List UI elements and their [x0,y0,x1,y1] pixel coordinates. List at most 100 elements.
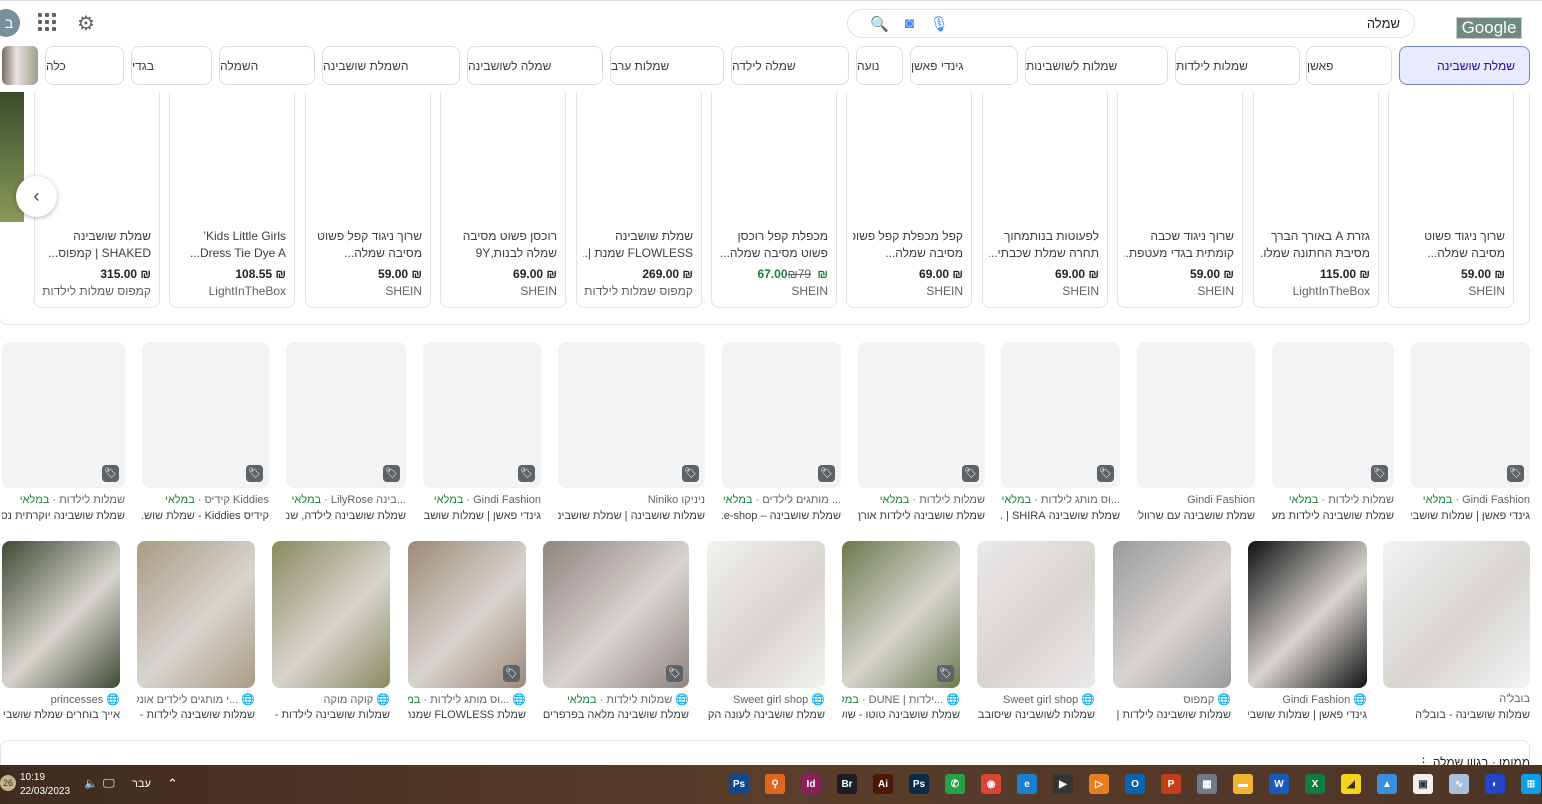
image-result-caption[interactable]: ...בינה LilyRose · במלאי שמלת שושבינה ליל… [286,494,406,526]
taskbar-app-icon[interactable]: ▦ [1197,774,1217,794]
tray-chevron-icon[interactable]: ⌃ [167,776,178,792]
product-store[interactable]: קמפוס שמלות לילדות [42,284,151,298]
image-result-caption[interactable]: שמלות לילדות · במלאי שמלת שושבינה לילדות … [1272,494,1394,526]
taskbar-app-icon[interactable]: ◉ [981,774,1001,794]
image-result-thumbnail[interactable]: 🏷 [286,342,406,488]
chip-thumbnail[interactable] [2,46,38,85]
chip-5[interactable]: נועה [856,46,903,85]
taskbar-app-icon[interactable]: ✆ [945,774,965,794]
language-indicator[interactable]: עבר [132,778,151,790]
search-icon[interactable]: 🔍 [870,15,889,33]
image-result-caption[interactable]: ניניקו Niniko שמלות שושבינה | שמלת שושבינ… [558,494,705,526]
product-store[interactable]: SHEIN [926,284,963,298]
product-store[interactable]: SHEIN [1062,284,1099,298]
product-store[interactable]: SHEIN [520,284,557,298]
chip-0[interactable]: שמלת שושבינה [1399,46,1530,85]
taskbar-app-icon[interactable]: ∿ [1449,774,1469,794]
product-card[interactable]: גזרת A באורך הברך מסיבת החתונה שמלו... ₪ 1… [1253,92,1379,308]
product-store[interactable]: SHEIN [385,284,422,298]
taskbar-app-icon[interactable]: P [1161,774,1181,794]
image-result-thumbnail[interactable]: 🏷 [2,342,125,488]
product-title[interactable]: שמלת שושבינה SHAKED | קמפוס... [41,228,151,262]
image-result-caption[interactable]: ... מותגים לילדים · במלאי שמלת שושבינה – … [722,494,841,526]
product-card[interactable]: מכפלת קפל רוכסן פשוט מסיבה שמלה... ₪ 67.00… [711,92,837,308]
taskbar-app-icon[interactable]: W [1269,774,1289,794]
taskbar-app-icon[interactable]: Ps [909,774,929,794]
chip-1[interactable]: פאשן [1306,46,1392,85]
taskbar-app-icon[interactable]: ⊞ [1521,774,1541,794]
image-result-thumbnail[interactable] [707,541,825,688]
product-title[interactable]: שרוך ניגוד קפל פשוט מסיבה שמלה... [312,228,422,262]
chip-10[interactable]: השמלה [219,46,315,85]
image-result-thumbnail[interactable]: 🏷 [858,342,985,488]
image-result-caption[interactable]: שמלות לילדות · במלאי שמלת שושבינה לילדות … [858,494,985,526]
scroll-left-button[interactable]: ‹ [16,176,57,217]
product-title[interactable]: קפל מכפלת קפל פשוט מסיבה שמלה... [853,228,963,262]
chip-11[interactable]: בגדי [131,46,212,85]
taskbar-app-icon[interactable]: ⚲ [765,774,785,794]
image-result-thumbnail[interactable]: 🏷 [408,541,526,688]
taskbar-app-icon[interactable]: Br [837,774,857,794]
network-icon[interactable]: 🖵 [103,776,115,791]
weather-badge[interactable]: 26 [0,775,16,791]
taskbar-app-icon[interactable]: e [1017,774,1037,794]
image-result-thumbnail[interactable]: 🏷 [1411,342,1530,488]
image-result-caption[interactable]: 🌐 ...ילדות | DUNE · במלאישמלת שושבינה טו… [842,693,960,725]
product-card[interactable]: שמלת שושבינה FLOWLESS שמנת |... ₪ 269.00 קמ… [576,92,702,308]
image-result-caption[interactable]: Gindi Fashion · במלאי גינדי פאשן | שמלות … [423,494,541,526]
image-result-thumbnail[interactable] [137,541,255,688]
taskbar-app-icon[interactable]: ▶ [1053,774,1073,794]
product-card[interactable]: שרוך ניגוד פשוט מסיבה שמלה... ₪ 59.00 SHEIN [1388,92,1514,308]
taskbar-app-icon[interactable]: Ai [873,774,893,794]
image-result-caption[interactable]: Kiddies קידיס · במלאי קידיס Kiddies - שמל… [142,494,269,526]
image-result-caption[interactable]: ...וס מותג לילדות · במלאי שמלת שושבינה SH… [1001,494,1120,526]
chip-4[interactable]: גינדי פאשן [910,46,1018,85]
product-card[interactable]: קפל מכפלת קפל פשוט מסיבה שמלה... ₪ 69.00 SH… [846,92,972,308]
taskbar-app-icon[interactable]: ▬ [1233,774,1253,794]
product-store[interactable]: SHEIN [1468,284,1505,298]
product-store[interactable]: SHEIN [791,284,828,298]
image-result-caption[interactable]: 🌐 קמפוס שמלות שושבינה לילדות | ... [1113,693,1231,725]
image-result-thumbnail[interactable] [1383,541,1530,688]
image-result-caption[interactable]: 🌐 ...וס מותג לילדות · במלאישמלת FLOWLESS… [408,693,526,725]
image-result-thumbnail[interactable]: 🏷 [842,541,960,688]
product-title[interactable]: שרוך ניגוד שכבה קומתית בגדי מעטפת... [1124,228,1234,262]
product-title[interactable]: לפעוטות בנותמחוך תחרה שמלת שכבתי... [989,228,1099,262]
image-result-thumbnail[interactable]: 🏷 [558,342,705,488]
product-card[interactable]: שרוך ניגוד שכבה קומתית בגדי מעטפת... ₪ 59.… [1117,92,1243,308]
image-result-thumbnail[interactable]: 🏷 [142,342,269,488]
taskbar-app-icon[interactable]: O [1125,774,1145,794]
taskbar-app-icon[interactable]: ▷ [1089,774,1109,794]
image-result-thumbnail[interactable] [1113,541,1231,688]
image-result-thumbnail[interactable]: 🏷 [543,541,689,688]
image-result-thumbnail[interactable]: 🏷 [1001,342,1120,488]
product-title[interactable]: גזרת A באורך הברך מסיבת החתונה שמלו... [1260,228,1370,262]
volume-icon[interactable]: 🔈 [84,777,98,790]
taskbar-app-icon[interactable]: Id [801,774,821,794]
product-card[interactable]: שרוך ניגוד קפל פשוט מסיבה שמלה... ₪ 59.00 S… [305,92,431,308]
image-result-caption[interactable]: 🌐 ...י מותגים לילדים אונלייןשמלות שושבינ… [137,693,255,725]
chip-8[interactable]: שמלה לשושבינה [467,46,603,85]
product-store[interactable]: SHEIN [1197,284,1234,298]
product-title[interactable]: שמלת שושבינה FLOWLESS שמנת |... [583,228,693,262]
taskbar-app-icon[interactable]: ◢ [1341,774,1361,794]
taskbar-app-icon[interactable]: ▲ [1377,774,1397,794]
apps-grid-icon[interactable] [37,12,57,32]
taskbar-app-icon[interactable]: Ps [729,774,749,794]
product-store[interactable]: קמפוס שמלות לילדות [584,284,693,298]
product-title[interactable]: שרוך ניגוד פשוט מסיבה שמלה... [1395,228,1505,262]
chip-3[interactable]: שמלות לשושבינות [1025,46,1168,85]
image-result-thumbnail[interactable] [272,541,390,688]
product-store[interactable]: LightInTheBox [1293,284,1370,298]
image-result-thumbnail[interactable]: 🏷 [423,342,541,488]
taskbar-app-icon[interactable]: ◐ [1485,774,1505,794]
camera-lens-icon[interactable]: ◙ [905,15,914,32]
search-input[interactable]: שמלה [957,16,1400,31]
image-result-caption[interactable]: Gindi Fashion · במלאי גינדי פאשן | שמלות … [1411,494,1530,526]
clock[interactable]: 10:19 22/03/2023 [20,771,70,799]
image-result-caption[interactable]: Gindi Fashion שמלת שושבינה עם שרוולי... [1137,494,1255,526]
image-result-thumbnail[interactable] [977,541,1095,688]
chip-2[interactable]: שמלות לילדות [1175,46,1300,85]
product-title[interactable]: מכפלת קפל רוכסן פשוט מסיבה שמלה... [718,228,828,262]
chip-9[interactable]: השמלת שושבינה [322,46,460,85]
